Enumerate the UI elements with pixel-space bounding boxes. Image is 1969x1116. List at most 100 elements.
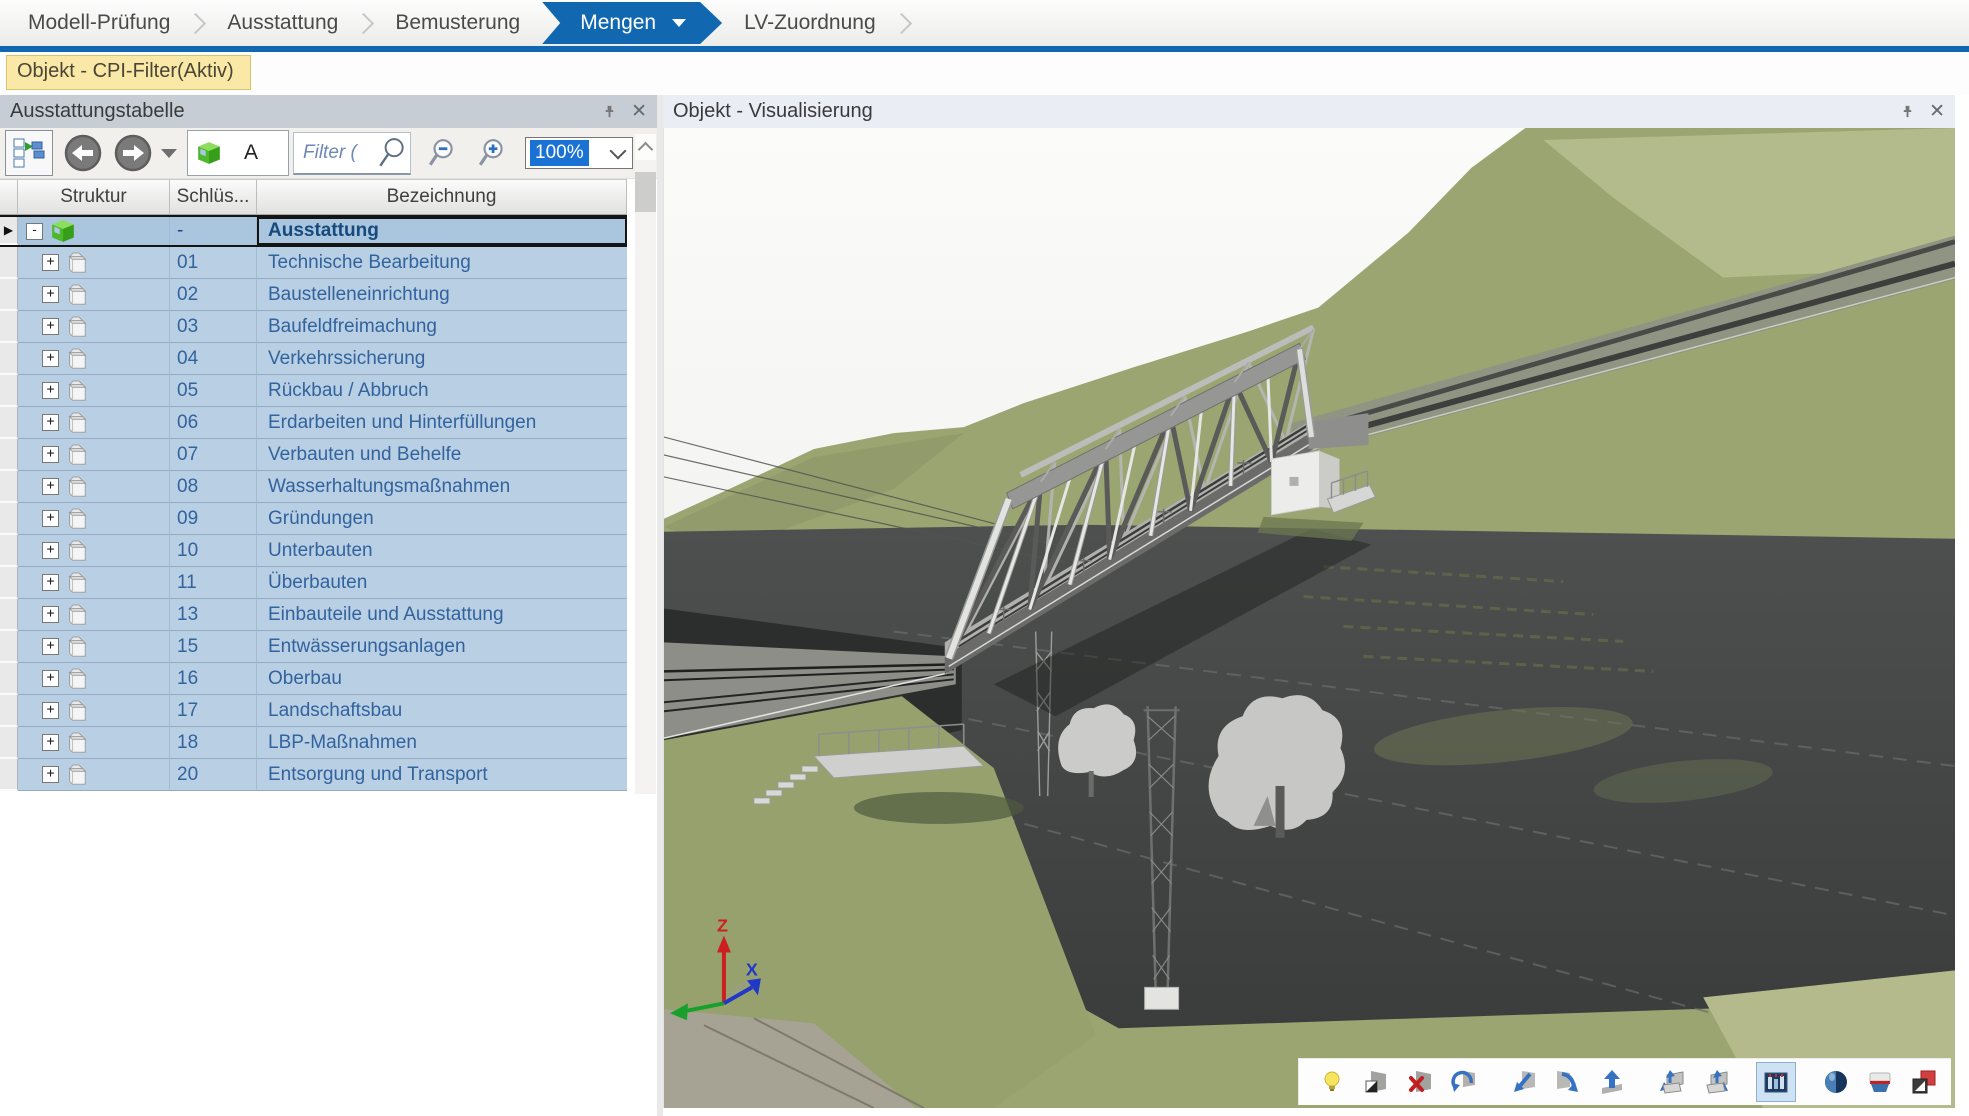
- key-cell[interactable]: 06: [170, 407, 257, 439]
- row-selector-cell[interactable]: [0, 247, 18, 279]
- key-cell[interactable]: 17: [170, 695, 257, 727]
- column-header-schluessel[interactable]: Schlüs...: [170, 179, 257, 215]
- pin-icon[interactable]: [1900, 104, 1915, 119]
- structure-view-button[interactable]: [5, 130, 53, 176]
- expand-toggle[interactable]: +: [42, 702, 59, 719]
- row-selector-cell[interactable]: [0, 759, 18, 791]
- table-row[interactable]: +13Einbauteile und Ausstattung: [0, 599, 627, 631]
- key-cell[interactable]: 18: [170, 727, 257, 759]
- row-selector-cell[interactable]: [0, 727, 18, 759]
- key-cell[interactable]: 13: [170, 599, 257, 631]
- history-dropdown-icon[interactable]: [161, 149, 177, 158]
- row-selector-cell[interactable]: [0, 695, 18, 727]
- column-header-struktur[interactable]: Struktur: [18, 179, 170, 215]
- row-selector-cell[interactable]: [0, 535, 18, 567]
- zoom-in-button[interactable]: [473, 134, 511, 172]
- key-cell[interactable]: 09: [170, 503, 257, 535]
- key-cell[interactable]: 08: [170, 471, 257, 503]
- expand-toggle[interactable]: +: [42, 318, 59, 335]
- designation-cell[interactable]: Entwässerungsanlagen: [257, 631, 627, 663]
- designation-cell[interactable]: Ausstattung: [257, 217, 627, 245]
- key-cell[interactable]: 01: [170, 247, 257, 279]
- designation-cell[interactable]: Erdarbeiten und Hinterfüllungen: [257, 407, 627, 439]
- tab-lv-zuordnung[interactable]: LV-Zuordnung: [728, 11, 892, 35]
- designation-cell[interactable]: Baufeldfreimachung: [257, 311, 627, 343]
- designation-cell[interactable]: Verkehrssicherung: [257, 343, 627, 375]
- table-row[interactable]: ▶--Ausstattung: [0, 215, 627, 247]
- key-cell[interactable]: 02: [170, 279, 257, 311]
- filter-input[interactable]: Filter (: [293, 132, 411, 175]
- tab-bemusterung[interactable]: Bemusterung: [379, 11, 536, 35]
- row-selector-cell[interactable]: [0, 631, 18, 663]
- switch-view-icon[interactable]: [1905, 1063, 1943, 1101]
- expand-toggle[interactable]: +: [42, 382, 59, 399]
- designation-cell[interactable]: Rückbau / Abbruch: [257, 375, 627, 407]
- expand-toggle[interactable]: +: [42, 446, 59, 463]
- expand-toggle[interactable]: +: [42, 350, 59, 367]
- designation-cell[interactable]: Wasserhaltungsmaßnahmen: [257, 471, 627, 503]
- expand-toggle[interactable]: +: [42, 478, 59, 495]
- expand-toggle[interactable]: +: [42, 766, 59, 783]
- scrollbar-thumb[interactable]: [635, 172, 656, 212]
- expand-toggle[interactable]: +: [42, 414, 59, 431]
- designation-cell[interactable]: Einbauteile und Ausstattung: [257, 599, 627, 631]
- section-view-icon[interactable]: [1757, 1063, 1795, 1101]
- designation-cell[interactable]: Gründungen: [257, 503, 627, 535]
- table-row[interactable]: +16Oberbau: [0, 663, 627, 695]
- row-selector-cell[interactable]: [0, 439, 18, 471]
- 3d-viewport[interactable]: Z X: [663, 128, 1955, 1108]
- row-selector-cell[interactable]: [0, 663, 18, 695]
- table-row[interactable]: +05Rückbau / Abbruch: [0, 375, 627, 407]
- zoom-out-button[interactable]: [423, 134, 461, 172]
- light-icon[interactable]: [1313, 1063, 1351, 1101]
- scrollbar-up-button[interactable]: [635, 134, 656, 160]
- key-cell[interactable]: 05: [170, 375, 257, 407]
- collapse-toggle[interactable]: -: [26, 223, 43, 240]
- table-scrollbar[interactable]: [635, 134, 656, 794]
- key-cell[interactable]: -: [170, 217, 257, 245]
- expand-toggle[interactable]: +: [42, 510, 59, 527]
- pan-down-right-icon[interactable]: [1549, 1063, 1587, 1101]
- column-header-bezeichnung[interactable]: Bezeichnung: [257, 179, 627, 215]
- tab-modell-pr-fung[interactable]: Modell-Prüfung: [12, 11, 186, 35]
- key-cell[interactable]: 03: [170, 311, 257, 343]
- close-icon[interactable]: ✕: [631, 102, 647, 121]
- pin-icon[interactable]: [602, 104, 617, 119]
- shading-sphere-icon[interactable]: [1817, 1063, 1855, 1101]
- designation-cell[interactable]: Landschaftsbau: [257, 695, 627, 727]
- designation-cell[interactable]: Baustelleneinrichtung: [257, 279, 627, 311]
- key-cell[interactable]: 04: [170, 343, 257, 375]
- designation-cell[interactable]: Entsorgung und Transport: [257, 759, 627, 791]
- expand-toggle[interactable]: +: [42, 606, 59, 623]
- table-row[interactable]: +09Gründungen: [0, 503, 627, 535]
- tab-dropdown-icon[interactable]: [672, 19, 686, 27]
- table-row[interactable]: +04Verkehrssicherung: [0, 343, 627, 375]
- table-row[interactable]: +10Unterbauten: [0, 535, 627, 567]
- row-selector-cell[interactable]: [0, 343, 18, 375]
- table-row[interactable]: +02Baustelleneinrichtung: [0, 279, 627, 311]
- material-mode-icon[interactable]: [1861, 1063, 1899, 1101]
- expand-toggle[interactable]: +: [42, 542, 59, 559]
- object-filter-button[interactable]: A: [187, 130, 289, 176]
- expand-toggle[interactable]: +: [42, 286, 59, 303]
- background-view-icon[interactable]: [1357, 1063, 1395, 1101]
- expand-toggle[interactable]: +: [42, 670, 59, 687]
- back-button[interactable]: [63, 133, 103, 173]
- expand-toggle[interactable]: +: [42, 734, 59, 751]
- table-row[interactable]: +08Wasserhaltungsmaßnahmen: [0, 471, 627, 503]
- table-row[interactable]: +07Verbauten und Behelfe: [0, 439, 627, 471]
- expand-toggle[interactable]: +: [42, 574, 59, 591]
- row-selector-cell[interactable]: ▶: [0, 217, 18, 245]
- unfold-view-b-icon[interactable]: [1697, 1063, 1735, 1101]
- designation-cell[interactable]: Unterbauten: [257, 535, 627, 567]
- expand-toggle[interactable]: +: [42, 638, 59, 655]
- row-selector-cell[interactable]: [0, 503, 18, 535]
- table-row[interactable]: +15Entwässerungsanlagen: [0, 631, 627, 663]
- key-cell[interactable]: 10: [170, 535, 257, 567]
- table-row[interactable]: +11Überbauten: [0, 567, 627, 599]
- designation-cell[interactable]: Verbauten und Behelfe: [257, 439, 627, 471]
- table-row[interactable]: +20Entsorgung und Transport: [0, 759, 627, 791]
- designation-cell[interactable]: Überbauten: [257, 567, 627, 599]
- zoom-level-select[interactable]: 100%: [525, 137, 633, 169]
- row-selector-cell[interactable]: [0, 375, 18, 407]
